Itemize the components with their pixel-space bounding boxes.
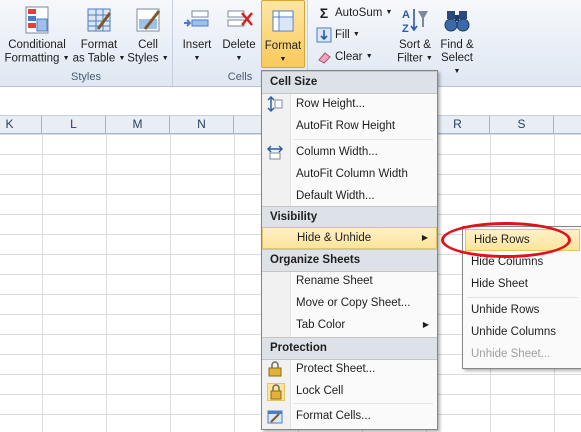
menu-separator [294, 403, 433, 404]
lock-cell-label: Lock Cell [296, 385, 344, 397]
protect-sheet-label: Protect Sheet... [296, 363, 376, 375]
svg-text:Z: Z [402, 23, 409, 35]
insert-cells-icon [182, 5, 212, 35]
format-label: Format [264, 40, 302, 52]
default-width-label: Default Width... [296, 190, 375, 202]
lock-cell-item[interactable]: Lock Cell [262, 380, 437, 402]
unhide-sheet-item: Unhide Sheet... [463, 343, 581, 365]
row-height-label: Row Height... [296, 98, 366, 110]
format-as-table-icon [84, 5, 114, 35]
autosum-button[interactable]: Σ AutoSum ▼ [316, 3, 393, 23]
rename-sheet-label: Rename Sheet [296, 275, 373, 287]
default-width-item[interactable]: Default Width... [262, 185, 437, 207]
clear-label: Clear [335, 51, 363, 64]
delete-button[interactable]: Delete ▼ [218, 0, 260, 65]
fill-down-icon [316, 27, 332, 43]
column-header-m[interactable]: M [106, 116, 170, 133]
svg-text:A: A [402, 9, 410, 21]
hide-sheet-item[interactable]: Hide Sheet [463, 273, 581, 295]
lock-icon [267, 383, 285, 401]
sort-filter-icon: AZ [400, 5, 430, 35]
sigma-icon: Σ [319, 5, 329, 21]
column-width-icon [267, 144, 283, 160]
menu-separator [294, 139, 433, 140]
unhide-columns-item[interactable]: Unhide Columns [463, 321, 581, 343]
move-copy-sheet-label: Move or Copy Sheet... [296, 297, 411, 309]
unhide-rows-item[interactable]: Unhide Rows [463, 299, 581, 321]
clear-button[interactable]: Clear ▼ [316, 47, 373, 67]
format-dropdown-menu: Cell Size Row Height... AutoFit Row Heig… [261, 70, 438, 430]
menu-separator [467, 297, 578, 298]
column-width-item[interactable]: Column Width... [262, 141, 437, 163]
column-header-k[interactable]: K [0, 116, 42, 133]
format-dropdown-arrow: ▼ [279, 56, 287, 63]
autofit-column-width-item[interactable]: AutoFit Column Width [262, 163, 437, 185]
sort-filter-label-1: Sort & [399, 39, 431, 51]
hide-unhide-item[interactable]: Hide & Unhide ▶ [262, 227, 437, 249]
tab-color-label: Tab Color [296, 319, 346, 331]
sort-filter-button[interactable]: AZ Sort & Filter ▼ [394, 0, 436, 66]
format-cells-label: Format Cells... [296, 410, 371, 422]
organize-sheets-header: Organize Sheets [262, 249, 437, 272]
binoculars-icon [442, 5, 472, 35]
row-height-icon [267, 96, 283, 112]
autofit-row-height-label: AutoFit Row Height [296, 120, 396, 132]
eraser-icon [316, 49, 332, 65]
autosum-label: AutoSum [335, 7, 383, 20]
rename-sheet-item[interactable]: Rename Sheet [262, 270, 437, 292]
format-as-table-button[interactable]: Format as Table ▼ [72, 0, 126, 66]
insert-dropdown-arrow: ▼ [193, 55, 201, 62]
column-header-s[interactable]: S [490, 116, 554, 133]
submenu-arrow-icon: ▶ [422, 320, 429, 329]
protection-header: Protection [262, 337, 437, 360]
conditional-label-2: Formatting ▼ [4, 52, 70, 65]
visibility-header: Visibility [262, 206, 437, 229]
find-select-label-1: Find & [440, 39, 474, 51]
cell-styles-icon [133, 5, 163, 35]
styles-group: Conditional Formatting ▼ Format as Table… [0, 0, 173, 86]
format-cells-icon [268, 6, 298, 36]
unhide-columns-label: Unhide Columns [471, 326, 557, 338]
delete-dropdown-arrow: ▼ [235, 55, 243, 62]
unhide-rows-label: Unhide Rows [471, 304, 540, 316]
format-cells-item[interactable]: Format Cells... [262, 405, 437, 427]
hide-sheet-label: Hide Sheet [471, 278, 528, 290]
fill-button[interactable]: Fill ▼ [316, 25, 360, 45]
styles-group-label: Styles [71, 71, 101, 83]
autofit-row-height-item[interactable]: AutoFit Row Height [262, 115, 437, 137]
unhide-sheet-label: Unhide Sheet... [471, 348, 551, 360]
cell-styles-label-1: Cell [138, 39, 158, 51]
find-select-button[interactable]: Find & Select ▼ [436, 0, 478, 79]
column-header-n[interactable]: N [170, 116, 234, 133]
cell-size-header: Cell Size [262, 71, 437, 94]
format-cells-dialog-icon [267, 408, 283, 424]
conditional-formatting-button[interactable]: Conditional Formatting ▼ [2, 0, 72, 66]
tab-color-item[interactable]: Tab Color ▶ [262, 314, 437, 336]
hide-unhide-label: Hide & Unhide [297, 232, 372, 244]
insert-label: Insert [182, 39, 212, 51]
format-table-label-1: Format [80, 39, 118, 51]
cell-styles-button[interactable]: Cell Styles ▼ [126, 0, 170, 66]
protect-sheet-item[interactable]: Protect Sheet... [262, 358, 437, 380]
cell-styles-label-2: Styles ▼ [127, 52, 169, 65]
delete-label: Delete [222, 39, 256, 51]
conditional-formatting-icon [22, 5, 52, 35]
autofit-column-width-label: AutoFit Column Width [296, 168, 408, 180]
format-table-label-2: as Table ▼ [72, 52, 126, 65]
sort-filter-label-2: Filter ▼ [397, 52, 433, 65]
find-select-label-2: Select ▼ [441, 52, 473, 75]
submenu-arrow-icon: ▶ [421, 233, 428, 242]
conditional-label-1: Conditional [8, 39, 66, 51]
delete-cells-icon [224, 5, 254, 35]
column-header-l[interactable]: L [42, 116, 106, 133]
row-height-item[interactable]: Row Height... [262, 93, 437, 115]
format-button[interactable]: Format ▼ [261, 0, 305, 68]
protect-sheet-icon [267, 361, 283, 377]
column-width-label: Column Width... [296, 146, 378, 158]
insert-button[interactable]: Insert ▼ [176, 0, 218, 65]
annotation-red-circle [441, 222, 571, 258]
move-copy-sheet-item[interactable]: Move or Copy Sheet... [262, 292, 437, 314]
fill-label: Fill [335, 29, 350, 42]
